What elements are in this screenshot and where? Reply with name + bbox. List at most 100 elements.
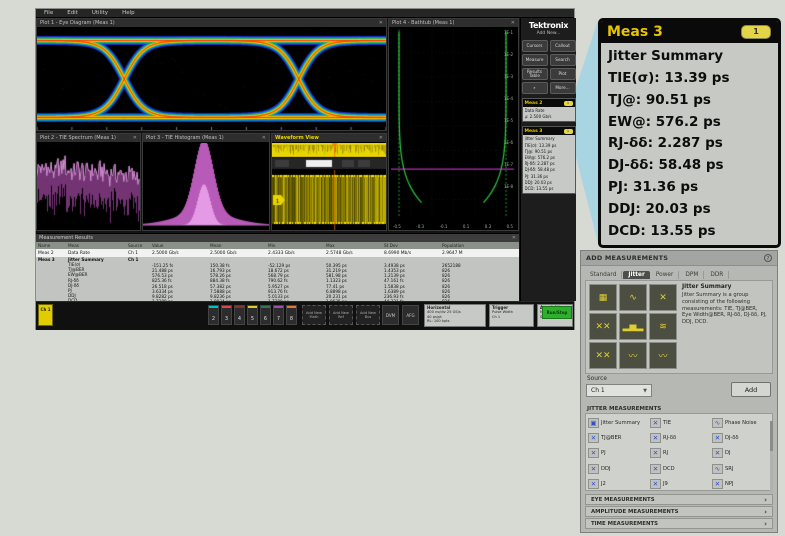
measurement-icon: ✕ [712, 433, 723, 443]
plot-eye-title-bar: Plot 1 - Eye Diagram (Meas 1) ✕ [37, 19, 386, 28]
scrollbar[interactable] [770, 421, 773, 493]
callout-line: TJ@: 90.51 ps [608, 90, 771, 112]
measurement-results-table: Measurement Results ✕ NameMeasSourceValu… [36, 233, 519, 300]
callout-line: DJ-δδ: 58.48 ps [608, 155, 771, 177]
gallery-thumbnail[interactable]: 〰 [619, 342, 647, 369]
add-new-button[interactable]: Add New Ref [329, 305, 353, 325]
measurement-tab[interactable]: Standard [585, 271, 622, 279]
run-stop-button[interactable]: Run/Stop [542, 306, 572, 319]
measurement-item[interactable]: ✕ RJ [650, 446, 712, 461]
bathtub-ber-axis: 1E-11E-21E-31E-41E-51E-61E-71E-8 [504, 31, 516, 211]
measurement-item[interactable]: ✕ TIE [650, 415, 712, 430]
gallery-thumbnail[interactable]: ∿ [619, 284, 647, 311]
measurement-item[interactable]: ✕ PJ [588, 446, 650, 461]
close-icon[interactable]: ✕ [133, 135, 137, 141]
measurement-item[interactable]: ✕ DCD [650, 461, 712, 476]
menu-item[interactable]: Utility [92, 10, 108, 16]
meas2-badge[interactable]: Meas 2 1 Data Rateµ: 2.500 Gb/s [522, 98, 576, 122]
source-dropdown[interactable]: Ch 1 ▼ [586, 384, 652, 397]
measurement-item[interactable]: ✕ DJ [712, 446, 774, 461]
gallery-thumbnail[interactable]: ✕✕ [589, 342, 617, 369]
trigger-badge[interactable]: Trigger Pulse WidthCh 1 [489, 304, 534, 327]
selected-measurement-title: Jitter Summary [682, 284, 768, 290]
spectrum-canvas [37, 143, 140, 230]
callout-line: TIE(σ): 13.39 ps [608, 68, 771, 90]
results-title-bar: Measurement Results ✕ [36, 234, 519, 242]
measurement-icon: ✕ [650, 433, 661, 443]
channel-button[interactable]: 5 [247, 305, 258, 325]
accordion-section[interactable]: TIME MEASUREMENTS › [585, 518, 773, 529]
add-new-label[interactable]: Add New... [521, 31, 576, 36]
sidebar-button[interactable]: Cursors [522, 40, 548, 52]
measurement-tab[interactable]: DDR [705, 271, 729, 279]
measurement-item[interactable]: ∿ Phase Noise [712, 415, 774, 430]
gallery-thumbnail[interactable]: ✕✕ [589, 313, 617, 340]
menu-item[interactable]: File [44, 10, 53, 16]
close-icon[interactable]: ✕ [512, 235, 516, 241]
horizontal-badge[interactable]: Horizontal 400 ns/div 25 GS/s40 ps/ptRL:… [424, 304, 486, 327]
gallery-thumbnail[interactable]: ✕ [649, 284, 677, 311]
results-row-meas3[interactable]: Meas 3 Jitter Summary TIE(σ)TJ@BEREW@BER… [36, 257, 519, 304]
measurement-item[interactable]: ✕ J2 [588, 477, 650, 492]
sidebar-button[interactable]: Plot [550, 68, 576, 80]
measurement-icon: ✕ [588, 433, 599, 443]
gallery-thumbnail[interactable]: 〰 [649, 342, 677, 369]
close-icon[interactable]: ✕ [379, 135, 383, 141]
measurement-item[interactable]: ▣ Jitter Summary [588, 415, 650, 430]
accordion-section[interactable]: AMPLITUDE MEASUREMENTS › [585, 506, 773, 517]
measurement-tab[interactable]: DPM [680, 271, 704, 279]
gallery-thumbnail[interactable]: ≋ [649, 313, 677, 340]
gallery-thumbnail[interactable]: ▂▅▂ [619, 313, 647, 340]
gallery-thumbnail[interactable]: ▦ [589, 284, 617, 311]
measurement-item[interactable]: ✕ RJ-δδ [650, 430, 712, 445]
add-new-buttons: Add New MathAdd New RefAdd New Bus [302, 305, 380, 325]
channel-button[interactable]: 8 [286, 305, 297, 325]
menu-item[interactable]: Help [122, 10, 135, 16]
bathtub-x-axis: -0.5-0.3-0.10.10.30.5 [393, 225, 513, 229]
sidebar-button[interactable]: Callout [550, 40, 576, 52]
measurement-item[interactable]: ✕ NPJ [712, 477, 774, 492]
measurement-tabs: StandardJitterPowerDPMDDR [581, 266, 777, 279]
add-new-button[interactable]: Add New Bus [356, 305, 380, 325]
gallery-description: Jitter Summary Jitter Summary is a group… [680, 281, 772, 373]
dvm-button[interactable]: DVM [382, 305, 399, 325]
measurement-tab[interactable]: Power [651, 271, 680, 279]
channel-button[interactable]: 3 [221, 305, 232, 325]
sidebar-button[interactable]: More... [550, 82, 576, 94]
measurement-icon: ✕ [712, 479, 723, 489]
sidebar-button[interactable]: Results Table [522, 68, 548, 80]
accordion-section[interactable]: EYE MEASUREMENTS › [585, 494, 773, 505]
waveform-title: Waveform View [275, 135, 379, 141]
measurement-item[interactable]: ✕ DJ-δδ [712, 430, 774, 445]
jitter-measurements-section-title: JITTER MEASUREMENTS [581, 404, 777, 413]
meas3-badge[interactable]: Meas 3 1 Jitter SummaryTIE(σ): 13.39 psT… [522, 126, 576, 194]
add-button[interactable]: Add [731, 382, 771, 397]
measurement-icon: ✕ [650, 464, 661, 474]
close-icon[interactable]: ✕ [379, 20, 383, 26]
sidebar-button[interactable]: Search [550, 54, 576, 66]
meas3-line: DCD: 13.55 ps [525, 186, 573, 192]
meas2-count-pill: 1 [564, 101, 573, 106]
channel-button[interactable]: 4 [234, 305, 245, 325]
measurement-item[interactable]: ∿ SRJ [712, 461, 774, 476]
afg-button[interactable]: AFG [402, 305, 419, 325]
channel-1-badge[interactable]: Ch 1 [38, 304, 53, 326]
measurement-item[interactable]: ✕ DDJ [588, 461, 650, 476]
jitter-measurements-grid: ▣ Jitter Summary ✕ TIE ∿ Phase Noise ✕ T… [585, 413, 773, 491]
add-new-button[interactable]: Add New Math [302, 305, 326, 325]
measurement-tab[interactable]: Jitter [623, 271, 649, 279]
channel-button[interactable]: 7 [273, 305, 284, 325]
measurement-item[interactable]: ✕ J9 [650, 477, 712, 492]
right-sidebar: Tektronix Add New... CursorsCalloutMeasu… [520, 18, 576, 301]
results-header-row: NameMeasSourceValueMeanMinMaxSt DevPopul… [36, 242, 519, 249]
channel-button[interactable]: 2 [208, 305, 219, 325]
results-row-meas2[interactable]: Meas 2 Data Rate Ch 1 2.5000 Gb/s 2.5000… [36, 249, 519, 257]
measurement-item[interactable]: ✕ TJ@BER [588, 430, 650, 445]
close-icon[interactable]: ✕ [262, 135, 266, 141]
sidebar-button[interactable]: Measure [522, 54, 548, 66]
channel-button[interactable]: 6 [260, 305, 271, 325]
sidebar-button[interactable]: ⌕ [522, 82, 548, 94]
help-icon[interactable]: ? [764, 254, 772, 262]
menu-item[interactable]: Edit [67, 10, 78, 16]
close-icon[interactable]: ✕ [511, 20, 515, 26]
